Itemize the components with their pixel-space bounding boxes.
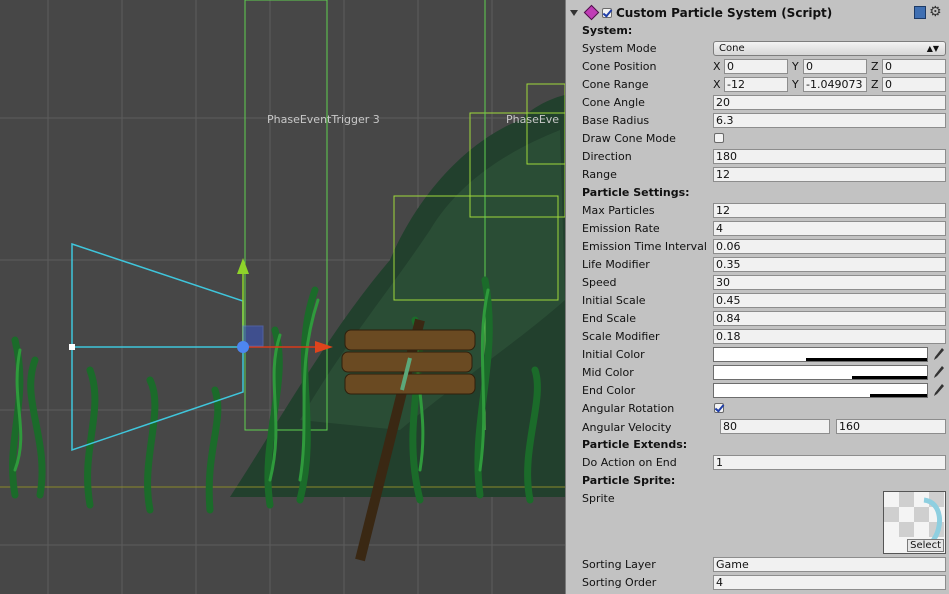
emission-time-interval-label: Emission Time Interval (582, 240, 707, 253)
life-modifier-field[interactable]: 0.35 (713, 257, 946, 272)
mid-color-alpha-bar (852, 376, 927, 379)
scene-object-label: PhaseEventTrigger 3 (267, 113, 380, 126)
eyedropper-icon[interactable] (933, 347, 945, 361)
cone-range-z-label: Z (871, 78, 879, 91)
sprite-label: Sprite (582, 492, 615, 505)
cone-position-z-label: Z (871, 60, 879, 73)
cone-range-x-label: X (713, 78, 721, 91)
cone-position-x-label: X (713, 60, 721, 73)
component-header[interactable]: Custom Particle System (Script) ⚙ (566, 4, 949, 24)
sorting-layer-field[interactable]: Game (713, 557, 946, 572)
direction-field[interactable]: 180 (713, 149, 946, 164)
emission-time-interval-field[interactable]: 0.06 (713, 239, 946, 254)
cone-angle-field[interactable]: 20 (713, 95, 946, 110)
inspector-panel: Custom Particle System (Script) ⚙ System… (565, 0, 949, 594)
cone-range-y-field[interactable]: -1.049073 (803, 77, 867, 92)
cone-position-y-field[interactable]: 0 (803, 59, 867, 74)
help-book-icon[interactable] (914, 6, 926, 19)
cone-angle-label: Cone Angle (582, 96, 645, 109)
sprite-object-field[interactable]: Select (883, 491, 946, 554)
eyedropper-icon[interactable] (933, 383, 945, 397)
direction-label: Direction (582, 150, 632, 163)
angular-rotation-label: Angular Rotation (582, 402, 675, 415)
section-system: System: (582, 24, 633, 37)
cone-position-label: Cone Position (582, 60, 657, 73)
system-mode-dropdown[interactable]: Cone ▲▼ (713, 41, 946, 56)
section-particle-settings: Particle Settings: (582, 186, 690, 199)
component-title: Custom Particle System (Script) (616, 6, 833, 20)
cone-position-y-label: Y (792, 60, 799, 73)
range-field[interactable]: 12 (713, 167, 946, 182)
base-radius-label: Base Radius (582, 114, 650, 127)
end-color-alpha-bar (869, 394, 927, 397)
section-particle-extends: Particle Extends: (582, 438, 688, 451)
system-mode-label: System Mode (582, 42, 657, 55)
initial-scale-label: Initial Scale (582, 294, 646, 307)
section-particle-sprite: Particle Sprite: (582, 474, 676, 487)
emission-rate-field[interactable]: 4 (713, 221, 946, 236)
end-color-field[interactable] (713, 383, 928, 398)
angular-velocity-label: Angular Velocity (582, 421, 672, 434)
sorting-order-label: Sorting Order (582, 576, 657, 589)
do-action-on-end-label: Do Action on End (582, 456, 677, 469)
max-particles-label: Max Particles (582, 204, 655, 217)
scene-object-label: PhaseEve (506, 113, 560, 126)
initial-color-alpha-bar (805, 358, 927, 361)
system-mode-value: Cone (719, 43, 745, 54)
foldout-arrow-icon[interactable] (570, 10, 578, 16)
initial-scale-field[interactable]: 0.45 (713, 293, 946, 308)
angular-velocity-max-field[interactable]: 160 (836, 419, 946, 434)
cone-position-z-field[interactable]: 0 (882, 59, 946, 74)
end-color-label: End Color (582, 384, 636, 397)
base-radius-field[interactable]: 6.3 (713, 113, 946, 128)
dropdown-arrow-icon: ▲▼ (926, 44, 939, 53)
do-action-on-end-field[interactable]: 1 (713, 455, 946, 470)
cone-range-y-label: Y (792, 78, 799, 91)
draw-cone-mode-checkbox[interactable] (714, 133, 724, 143)
end-scale-field[interactable]: 0.84 (713, 311, 946, 326)
angular-velocity-min-field[interactable]: 80 (720, 419, 830, 434)
life-modifier-label: Life Modifier (582, 258, 650, 271)
draw-cone-mode-label: Draw Cone Mode (582, 132, 676, 145)
sorting-layer-label: Sorting Layer (582, 558, 656, 571)
component-enabled-checkbox[interactable] (602, 8, 612, 18)
speed-label: Speed (582, 276, 617, 289)
scale-modifier-field[interactable]: 0.18 (713, 329, 946, 344)
initial-color-field[interactable] (713, 347, 928, 362)
mid-color-field[interactable] (713, 365, 928, 380)
emission-rate-label: Emission Rate (582, 222, 660, 235)
script-gem-icon (583, 4, 600, 21)
max-particles-field[interactable]: 12 (713, 203, 946, 218)
scene-canvas[interactable] (0, 0, 565, 594)
cone-range-label: Cone Range (582, 78, 649, 91)
sprite-select-button[interactable]: Select (907, 539, 944, 552)
angular-rotation-checkbox[interactable] (714, 403, 724, 413)
cone-range-z-field[interactable]: 0 (882, 77, 946, 92)
move-tool-gizmo (237, 258, 333, 353)
initial-color-label: Initial Color (582, 348, 645, 361)
eyedropper-icon[interactable] (933, 365, 945, 379)
cone-position-x-field[interactable]: 0 (724, 59, 788, 74)
gear-icon[interactable]: ⚙ (929, 4, 942, 20)
mid-color-label: Mid Color (582, 366, 634, 379)
cone-origin-handle (69, 344, 75, 350)
end-scale-label: End Scale (582, 312, 636, 325)
scale-modifier-label: Scale Modifier (582, 330, 660, 343)
scene-view[interactable]: PhaseEventTrigger 3 PhaseEve (0, 0, 565, 594)
cone-range-x-field[interactable]: -12 (724, 77, 788, 92)
speed-field[interactable]: 30 (713, 275, 946, 290)
sorting-order-field[interactable]: 4 (713, 575, 946, 590)
range-label: Range (582, 168, 617, 181)
